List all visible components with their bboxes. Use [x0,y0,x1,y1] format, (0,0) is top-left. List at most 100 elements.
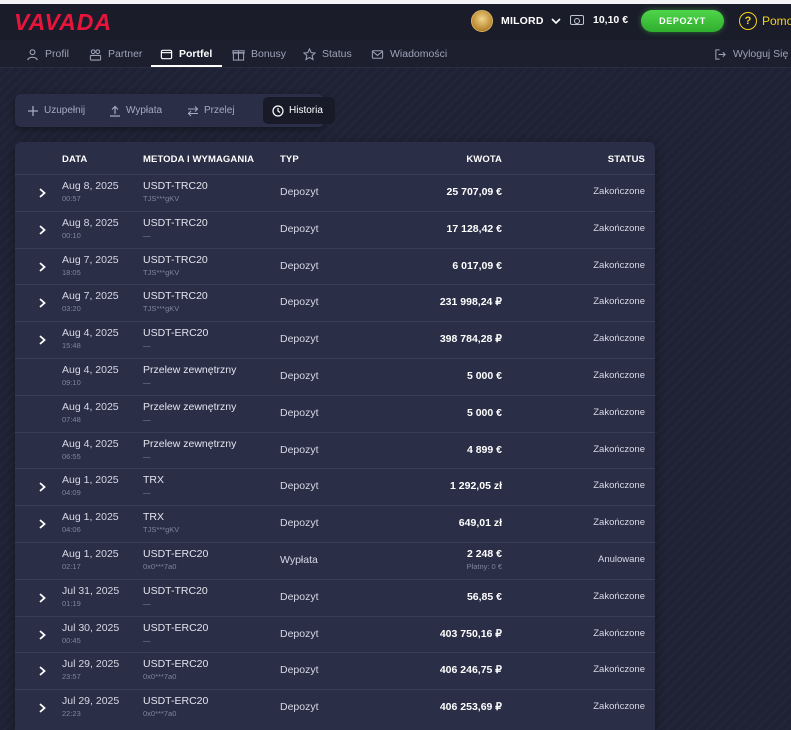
table-row[interactable]: Aug 8, 2025 00:57 USDT-TRC20 TJS***gKV Depoz… [15,174,655,211]
row-method: Przelew zewnętrzny [143,400,237,413]
deposit-button[interactable]: DEPOZYT [641,10,724,32]
table-row[interactable]: Jul 31, 2025 01:19 USDT-TRC20— Depozyt 56,85… [15,578,655,616]
nav-label: Profil [45,48,69,60]
row-method: USDT-ERC20 [143,695,209,708]
row-time: 01:19 [62,598,81,608]
row-method: USDT-TRC20 [143,584,208,597]
subtab-przelej[interactable]: Przelej [187,94,235,127]
table-row[interactable]: Aug 4, 2025 15:48 USDT-ERC20— Depozyt 398 78… [15,321,655,358]
row-requirement: TJS***gKV [143,267,180,277]
row-status: Zakończone [593,333,645,345]
row-amount: 5 000 € [466,369,502,382]
row-time: 03:20 [62,304,81,314]
row-requirement: — [143,635,151,645]
row-status: Zakończone [593,590,645,602]
table-row[interactable]: Aug 8, 2025 00:10 USDT-TRC20— Depozyt 17 128… [15,210,655,248]
row-time: 07:48 [62,414,81,424]
row-type: Depozyt [280,443,319,456]
chevron-right-icon[interactable] [37,187,47,199]
row-requirement: — [143,488,151,498]
wallet-subtabs: Uzupełnij Wypłata Przelej Historia [15,94,335,127]
subtab-label: Historia [289,105,323,116]
balance: 10,10 € [593,14,629,26]
star-icon [303,47,316,61]
column-header-typ: TYP [280,154,299,165]
row-paid-amount: Płatny: 0 € [466,561,502,571]
table-row[interactable]: Aug 1, 2025 04:09 TRX — Depozyt 1 292,05 zł Za… [15,468,655,505]
nav-label: Status [322,48,352,60]
chevron-right-icon[interactable] [37,297,47,309]
row-time: 04:06 [62,525,81,535]
row-date: Aug 1, 2025 [62,474,119,487]
chevron-right-icon[interactable] [37,702,47,714]
subtab-wyplata[interactable]: Wypłata [109,94,162,127]
chevron-right-icon[interactable] [37,334,47,346]
svg-text:VAVADA: VAVADA [14,10,112,34]
table-header: DATA METODA I WYMAGANIA TYP KWOTA STATUS [15,142,655,174]
row-amount: 25 707,09 € [446,186,502,198]
row-amount: 6 017,09 € [452,259,502,272]
row-amount: 403 750,16 ₽ [439,627,502,640]
table-row[interactable]: Jul 29, 2025 22:23 USDT-ERC20 0x0***7a0 Depo… [15,689,655,726]
help-link[interactable]: ? Pomo [739,12,791,30]
nav-item-partner[interactable]: Partner [89,40,142,68]
nav-label: Bonusy [251,48,287,60]
chevron-right-icon[interactable] [37,629,47,641]
chevron-right-icon[interactable] [37,518,47,530]
chevron-right-icon[interactable] [37,665,47,677]
table-row[interactable]: Aug 7, 2025 18:05 USDT-TRC20 TJS***gKV Depoz… [15,247,655,285]
history-table: DATA METODA I WYMAGANIA TYP KWOTA STATUS… [15,142,655,730]
clock-icon [272,104,284,117]
row-time: 09:10 [62,377,81,387]
chevron-right-icon[interactable] [37,481,47,493]
row-time: 18:05 [62,267,81,277]
wallet-icon [570,15,584,25]
nav-item-portfel[interactable]: Portfel [160,40,212,68]
username: MILORD [501,15,544,27]
nav-item-profil[interactable]: Profil [26,40,69,68]
row-time: 06:55 [62,451,81,461]
chevron-right-icon[interactable] [37,224,47,236]
row-time: 02:17 [62,561,81,571]
chevron-right-icon[interactable] [37,592,47,604]
nav-item-bonusy[interactable]: Bonusy [232,40,286,68]
row-date: Aug 4, 2025 [62,437,119,450]
chevron-right-icon[interactable] [37,261,47,273]
active-tab-indicator [151,65,222,67]
row-method: USDT-ERC20 [143,621,209,634]
row-requirement: 0x0***7a0 [143,709,177,719]
row-date: Jul 29, 2025 [62,695,120,708]
row-date: Aug 1, 2025 [62,547,119,560]
nav-label: Partner [108,48,143,60]
table-row[interactable]: Jul 30, 2025 00:45 USDT-ERC20— Depozyt 403 7… [15,615,655,653]
user-menu[interactable]: MILORD [471,9,562,33]
chevron-down-icon [551,18,561,25]
nav-item-status[interactable]: Status [303,40,352,68]
row-requirement: — [143,230,151,240]
row-type: Depozyt [280,333,319,346]
logout-label: Wyloguj Się [733,48,789,60]
logout-icon [715,48,726,60]
subtab-historia[interactable]: Historia [263,97,335,124]
row-time: 04:09 [62,488,81,498]
header: VAVADA MILORD 10,10 € DEPOZYT ? Pomo [0,4,791,40]
column-header-status: STATUS [607,154,645,165]
row-date: Aug 7, 2025 [62,290,119,303]
table-row[interactable]: Aug 1, 2025 04:06 TRX TJS***gKV Depozyt 649,0… [15,505,655,542]
row-type: Depozyt [280,701,319,714]
row-requirement: 0x0***7a0 [143,672,177,682]
partner-icon [89,48,102,61]
row-type: Depozyt [280,222,319,235]
table-row[interactable]: Aug 7, 2025 03:20 USDT-TRC20 TJS***gKV Depoz… [15,284,655,321]
subtab-uzupelnij[interactable]: Uzupełnij [27,94,85,127]
row-method: USDT-TRC20 [143,290,208,303]
logo[interactable]: VAVADA [14,9,150,39]
row-status: Zakończone [593,664,645,676]
row-status: Zakończone [593,369,645,381]
row-status: Zakończone [593,406,645,418]
logout-link[interactable]: Wyloguj Się [714,40,788,68]
table-row[interactable]: Jul 29, 2025 23:57 USDT-ERC20 0x0***7a0 Depo… [15,652,655,689]
nav-item-wiadomosci[interactable]: Wiadomości [371,40,447,68]
subtab-label: Uzupełnij [44,105,86,116]
row-type: Depozyt [280,590,319,603]
